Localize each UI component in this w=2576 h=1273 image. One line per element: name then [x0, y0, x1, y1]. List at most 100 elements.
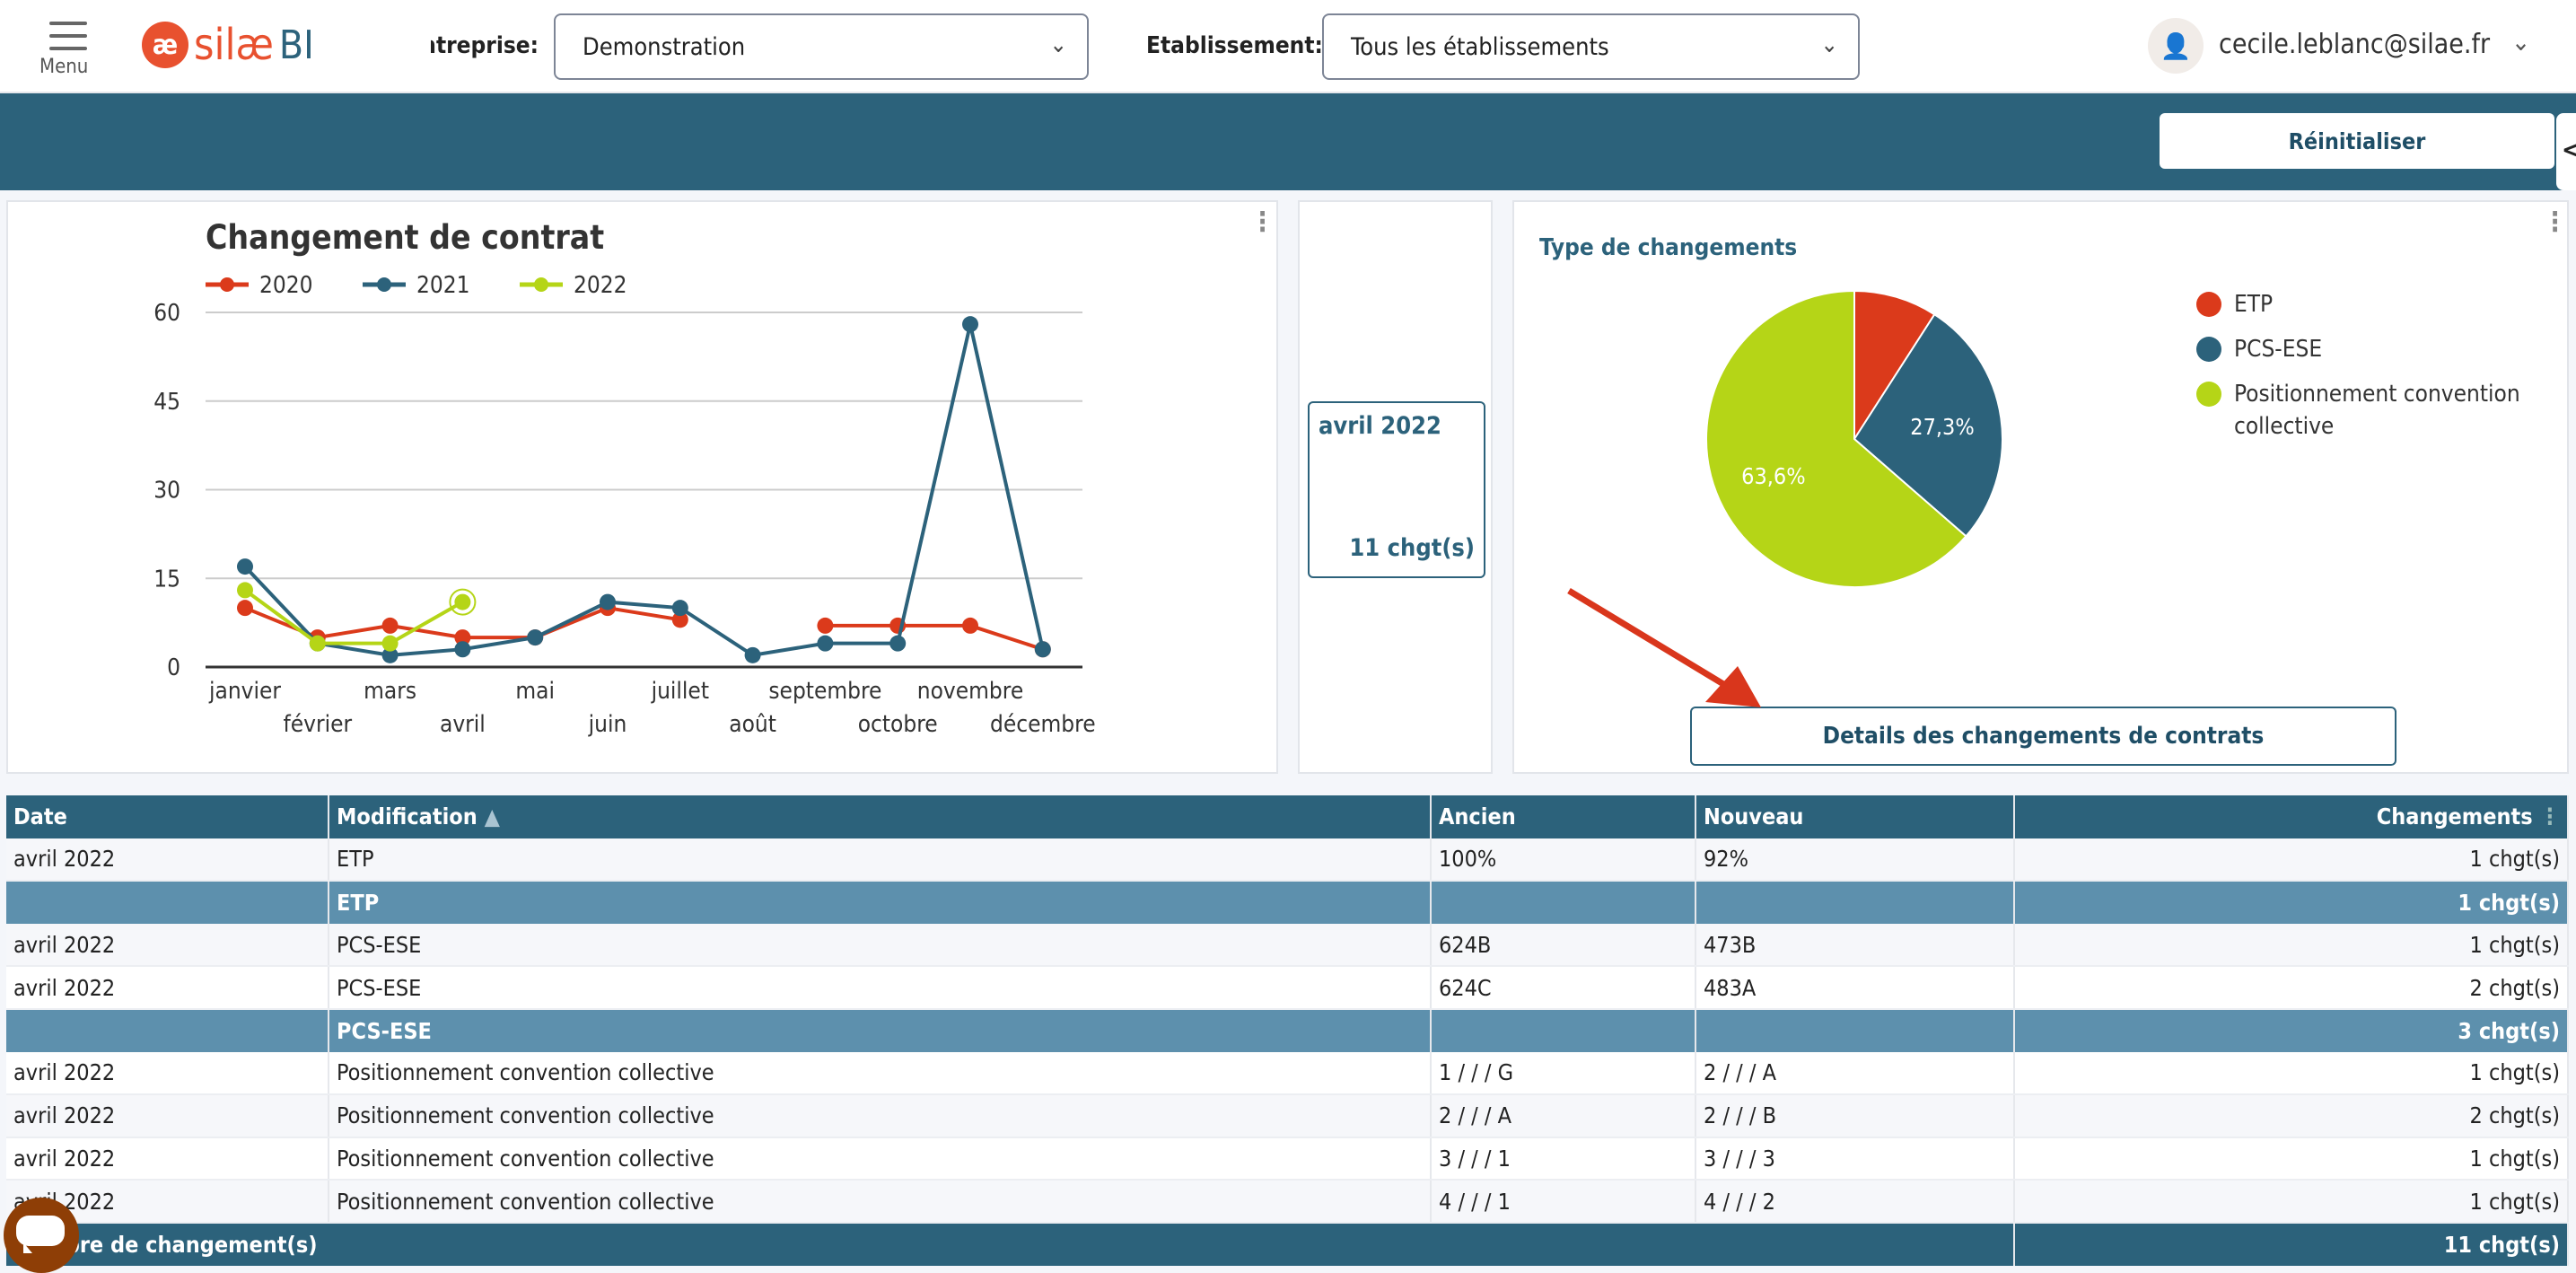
- cell-nouveau: 2 / / / A: [1695, 1051, 2015, 1096]
- cell-date: [6, 1008, 329, 1052]
- user-avatar-icon[interactable]: 👤: [2148, 18, 2204, 74]
- user-email[interactable]: cecile.leblanc@silae.fr: [2219, 29, 2490, 60]
- cell-ancien: [1431, 881, 1696, 924]
- side-panel-toggle[interactable]: <: [2556, 113, 2576, 190]
- table-row[interactable]: avril 2022 Positionnement convention coll…: [6, 1094, 2569, 1138]
- kpi-period: avril 2022: [1319, 412, 1441, 440]
- data-point-2020[interactable]: [237, 600, 253, 617]
- group-subtotal-row[interactable]: ETP 1 chgt(s): [6, 881, 2569, 924]
- svg-text:2021: 2021: [416, 272, 470, 299]
- legend-item-2021[interactable]: 2021: [363, 272, 470, 299]
- cell-changements: 2 chgt(s): [2014, 966, 2569, 1010]
- data-point-2021[interactable]: [962, 316, 978, 333]
- legend-item-2022[interactable]: 2022: [520, 272, 627, 299]
- group-subtotal-row[interactable]: PCS-ESE 3 chgt(s): [6, 1008, 2569, 1052]
- col-changements[interactable]: Changements ⋮: [2014, 795, 2569, 838]
- x-tick-label: décembre: [990, 711, 1096, 738]
- entreprise-select[interactable]: Demonstration ⌄: [554, 13, 1089, 80]
- chart-title: Changement de contrat: [206, 218, 604, 257]
- more-options-icon[interactable]: ⋮: [1250, 209, 1275, 236]
- data-point-2021[interactable]: [237, 558, 253, 575]
- cell-nouveau: 473B: [1695, 923, 2015, 968]
- data-point-2021[interactable]: [671, 600, 688, 617]
- x-tick-label: février: [284, 711, 353, 738]
- table-row[interactable]: avril 2022 ETP 100% 92% 1 chgt(s): [6, 838, 2569, 882]
- kpi-box[interactable]: avril 2022 11 chgt(s): [1308, 401, 1485, 578]
- kpi-card: avril 2022 11 chgt(s): [1298, 200, 1493, 774]
- data-point-2020[interactable]: [962, 617, 978, 634]
- cell-ancien: 624B: [1431, 923, 1696, 968]
- series-line-2020: [825, 623, 1044, 652]
- cell-date: [6, 881, 329, 924]
- footer-label: Nombre de changement(s): [6, 1222, 2015, 1266]
- cell-changements: 3 chgt(s): [2014, 1008, 2569, 1052]
- data-point-2021[interactable]: [1034, 641, 1051, 658]
- data-point-2021[interactable]: [889, 635, 907, 652]
- cell-modification: PCS-ESE: [329, 923, 1432, 968]
- logo: æ silæ BI: [142, 20, 314, 70]
- data-point-2021[interactable]: [744, 646, 761, 663]
- data-point-2021[interactable]: [454, 641, 471, 658]
- y-tick-label: 0: [167, 654, 180, 681]
- cell-modification: Positionnement convention collective: [329, 1051, 1432, 1096]
- cell-ancien: 4 / / / 1: [1431, 1180, 1696, 1224]
- pie-legend: ETP PCS-ESE Positionnement convention coll…: [2196, 288, 2546, 455]
- x-tick-label: août: [729, 711, 776, 738]
- table-row[interactable]: avril 2022 Positionnement convention coll…: [6, 1180, 2569, 1224]
- x-tick-label: avril: [440, 711, 486, 738]
- details-button[interactable]: Details des changements de contrats: [1690, 707, 2396, 766]
- cell-ancien: 624C: [1431, 966, 1696, 1010]
- menu-icon[interactable]: [49, 22, 87, 59]
- col-nouveau[interactable]: Nouveau: [1695, 795, 2015, 838]
- col-ancien[interactable]: Ancien: [1431, 795, 1696, 838]
- col-date[interactable]: Date: [6, 795, 329, 838]
- column-options-icon[interactable]: ⋮: [2540, 803, 2561, 830]
- kpi-value: 11 chgt(s): [1349, 534, 1475, 562]
- cell-nouveau: 92%: [1695, 838, 2015, 882]
- data-point-2022[interactable]: [381, 635, 399, 652]
- x-tick-label: juillet: [651, 678, 709, 705]
- legend-item-2020[interactable]: 2020: [206, 272, 313, 299]
- chevron-down-icon[interactable]: ⌄: [2511, 27, 2530, 57]
- col-modification[interactable]: Modification ▲: [329, 795, 1432, 838]
- table-row[interactable]: avril 2022 PCS-ESE 624C 483A 2 chgt(s): [6, 966, 2569, 1010]
- data-point-2022[interactable]: [454, 593, 471, 610]
- etablissement-select[interactable]: Tous les établissements ⌄: [1322, 13, 1860, 80]
- chat-button[interactable]: [4, 1198, 79, 1273]
- y-tick-label: 60: [153, 300, 180, 327]
- cell-changements: 2 chgt(s): [2014, 1094, 2569, 1138]
- svg-text:2022: 2022: [574, 272, 627, 299]
- cell-changements: 1 chgt(s): [2014, 923, 2569, 968]
- cell-modification: PCS-ESE: [329, 966, 1432, 1010]
- data-point-2022[interactable]: [237, 582, 253, 599]
- data-point-2021[interactable]: [527, 629, 544, 646]
- data-point-2021[interactable]: [817, 635, 834, 652]
- table-row[interactable]: avril 2022 Positionnement convention coll…: [6, 1051, 2569, 1096]
- legend-item[interactable]: ETP: [2196, 288, 2546, 320]
- legend-item[interactable]: PCS-ESE: [2196, 333, 2546, 365]
- table-row[interactable]: avril 2022 PCS-ESE 624B 473B 1 chgt(s): [6, 923, 2569, 968]
- data-point-2020[interactable]: [381, 617, 399, 634]
- menu-label[interactable]: Menu: [39, 56, 88, 78]
- x-tick-label: novembre: [917, 678, 1023, 705]
- legend-item[interactable]: Positionnement convention collective: [2196, 378, 2546, 443]
- sort-asc-icon: ▲: [484, 803, 500, 830]
- reset-button[interactable]: Réinitialiser: [2160, 113, 2554, 169]
- pie-slice-label: 27,3%: [1910, 414, 1974, 440]
- cell-ancien: 2 / / / A: [1431, 1094, 1696, 1138]
- legend-dot-icon: [2196, 382, 2221, 407]
- pie-slice-label: 63,6%: [1741, 463, 1805, 489]
- svg-text:2020: 2020: [259, 272, 313, 299]
- cell-changements: 1 chgt(s): [2014, 1180, 2569, 1224]
- cell-nouveau: [1695, 1008, 2015, 1052]
- legend-label: PCS-ESE: [2234, 336, 2323, 363]
- legend-dot-icon: [2196, 337, 2221, 362]
- legend-dot-icon: [2196, 292, 2221, 317]
- data-point-2021[interactable]: [600, 593, 616, 610]
- table-row[interactable]: avril 2022 Positionnement convention coll…: [6, 1137, 2569, 1181]
- line-chart: Changement de contrat 0 15 30 45 60 janvierfév…: [153, 218, 1096, 738]
- data-point-2022[interactable]: [309, 635, 326, 652]
- data-point-2020[interactable]: [817, 617, 834, 634]
- legend-label: Positionnement convention collective: [2234, 381, 2520, 440]
- cell-modification: Positionnement convention collective: [329, 1137, 1432, 1181]
